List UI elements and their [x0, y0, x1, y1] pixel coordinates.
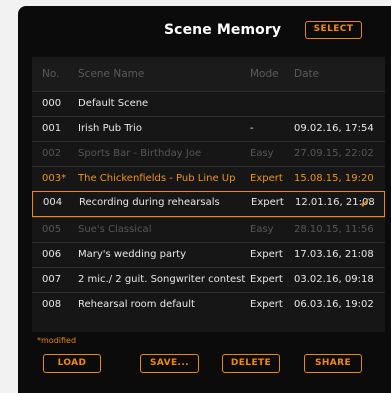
table-row[interactable]: 006 Mary's wedding party Expert 17.03.16…	[32, 242, 385, 267]
checkmark-icon: ✓	[359, 194, 372, 212]
save-button[interactable]: SAVE...	[140, 354, 199, 373]
row-date: 17.03.16, 21:08	[294, 249, 374, 260]
row-mode: Expert	[250, 173, 283, 184]
column-header-scene-name: Scene Name	[78, 68, 145, 80]
row-date: 28.10.15, 11:56	[294, 224, 374, 235]
table-row[interactable]: 001 Irish Pub Trio - 09.02.16, 17:54	[32, 116, 385, 141]
row-no: 001	[42, 123, 62, 134]
table-row[interactable]: 002 Sports Bar - Birthday Joe Easy 27.09…	[32, 141, 385, 166]
row-scene-name: Mary's wedding party	[78, 249, 187, 260]
row-scene-name: 2 mic./ 2 guit. Songwriter contest	[78, 274, 246, 285]
share-button[interactable]: SHARE	[304, 354, 362, 373]
scene-table: No. Scene Name Mode Date 000 Default Sce…	[32, 57, 385, 332]
row-date: 09.02.16, 17:54	[294, 123, 374, 134]
table-row[interactable]: 007 2 mic./ 2 guit. Songwriter contest E…	[32, 267, 385, 292]
row-mode: Expert	[250, 274, 283, 285]
row-scene-name: Sue's Classical	[78, 224, 152, 235]
row-mode: Easy	[250, 224, 274, 235]
row-mode: Expert	[251, 197, 284, 208]
row-scene-name: Sports Bar - Birthday Joe	[78, 148, 202, 159]
column-header-date: Date	[294, 68, 320, 80]
table-row-modified[interactable]: 003* The Chickenfields - Pub Line Up Exp…	[32, 166, 385, 191]
row-date: 15.08.15, 19:20	[294, 173, 374, 184]
table-header: No. Scene Name Mode Date	[32, 57, 385, 91]
row-mode: Expert	[250, 299, 283, 310]
scene-memory-panel: Scene Memory SELECT No. Scene Name Mode …	[18, 6, 391, 393]
row-no: 003*	[42, 173, 67, 184]
row-scene-name: Recording during rehearsals	[79, 197, 220, 208]
select-button[interactable]: SELECT	[305, 21, 362, 39]
row-date: 27.09.15, 22:02	[294, 148, 374, 159]
table-row-selected[interactable]: 004 Recording during rehearsals Expert 1…	[32, 191, 385, 217]
row-no: 002	[42, 148, 62, 159]
row-no: 000	[42, 98, 62, 109]
row-scene-name: Default Scene	[78, 98, 149, 109]
row-date: 06.03.16, 19:02	[294, 299, 374, 310]
row-no: 005	[42, 224, 62, 235]
row-mode: -	[250, 123, 254, 134]
table-row[interactable]: 005 Sue's Classical Easy 28.10.15, 11:56	[32, 217, 385, 242]
row-scene-name: Rehearsal room default	[78, 299, 195, 310]
load-button[interactable]: LOAD	[43, 354, 101, 373]
row-scene-name: The Chickenfields - Pub Line Up	[78, 173, 236, 184]
column-header-mode: Mode	[250, 68, 279, 80]
row-no: 007	[42, 274, 62, 285]
column-header-no: No.	[42, 68, 60, 80]
table-row[interactable]: 000 Default Scene	[32, 91, 385, 116]
row-scene-name: Irish Pub Trio	[78, 123, 142, 134]
delete-button[interactable]: DELETE	[222, 354, 280, 373]
row-date: 03.02.16, 09:18	[294, 274, 374, 285]
table-row[interactable]: 008 Rehearsal room default Expert 06.03.…	[32, 292, 385, 317]
row-no: 006	[42, 249, 62, 260]
row-mode: Expert	[250, 249, 283, 260]
row-mode: Easy	[250, 148, 274, 159]
modified-footnote: *modified	[37, 336, 77, 345]
row-no: 004	[43, 197, 63, 208]
page-title-text: Scene Memory	[164, 22, 282, 38]
row-no: 008	[42, 299, 62, 310]
